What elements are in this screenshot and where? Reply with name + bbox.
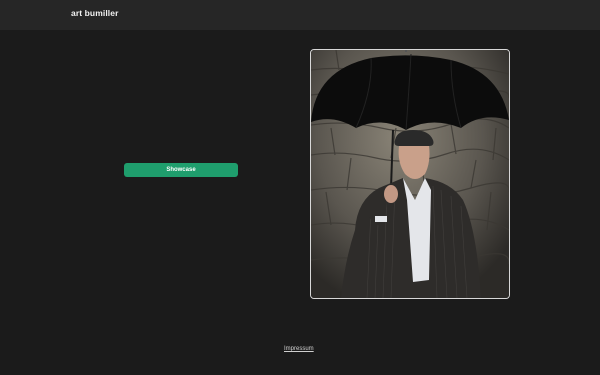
hero-photo-illustration	[311, 50, 509, 298]
hand	[384, 185, 398, 203]
impressum-link[interactable]: Impressum	[284, 346, 314, 352]
shirt-cuff	[375, 216, 387, 222]
showcase-button[interactable]: Showcase	[124, 163, 238, 177]
top-bar: art bumiller	[0, 0, 600, 30]
hero-photo	[310, 49, 510, 299]
site-title[interactable]: art bumiller	[71, 8, 119, 18]
page: art bumiller Showcase Impressum	[0, 0, 600, 375]
